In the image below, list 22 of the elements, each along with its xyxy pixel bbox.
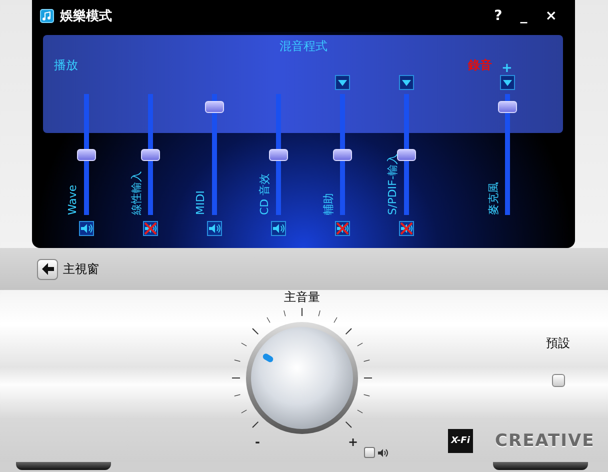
min-label: -	[255, 436, 260, 448]
minimize-button[interactable]: _	[514, 8, 534, 24]
product-logo: X-Fi	[448, 428, 473, 452]
brand-logo: CREATIVE	[495, 430, 595, 450]
channel-label: S/PDIF-輸入	[386, 154, 400, 215]
channel-label: MIDI	[194, 190, 208, 215]
help-button[interactable]: ?	[488, 8, 508, 24]
channel-label: CD 音效	[258, 173, 272, 215]
channel-label: 輔助	[322, 193, 336, 215]
back-button[interactable]: 主視窗	[37, 258, 99, 280]
channel-label: 麥克風	[487, 182, 501, 215]
mixer-title: 混音程式	[280, 39, 328, 53]
boost-button[interactable]: +	[502, 63, 512, 75]
playback-label: 播放	[54, 57, 78, 71]
channel-label: 線性輸入	[130, 171, 144, 215]
max-label: +	[348, 436, 358, 448]
record-label: 錄音	[468, 57, 492, 71]
window-title: 娛樂模式	[60, 8, 113, 25]
channel-label: Wave	[66, 184, 80, 215]
preset-label: 預設	[546, 335, 570, 352]
master-volume-label: 主音量	[284, 291, 320, 303]
close-button[interactable]: ×	[539, 8, 563, 24]
